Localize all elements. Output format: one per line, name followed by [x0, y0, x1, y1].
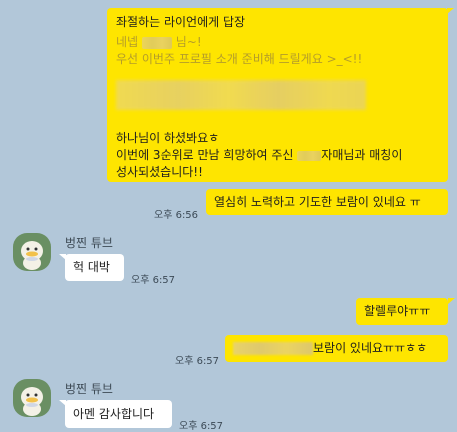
message-bubble[interactable]: 열심히 노력하고 기도한 보람이 있네요 ㅠ — [206, 189, 448, 215]
message-time: 오후 6:57 — [179, 421, 224, 432]
sender-name: 벙찐 튜브 — [65, 236, 113, 250]
message-text: 아멘 감사합니다 — [73, 407, 155, 421]
reply-header: 좌절하는 라이언에게 답장 — [116, 15, 246, 29]
bubble-tail — [447, 8, 454, 14]
sender-name: 벙찐 튜브 — [65, 382, 113, 396]
tube-duck-avatar-icon — [21, 241, 43, 270]
profile-avatar[interactable] — [13, 233, 51, 271]
message-time: 오후 6:57 — [131, 275, 176, 286]
message-time: 오후 6:57 — [175, 356, 220, 367]
message-text: 헉 대박 — [73, 260, 110, 274]
message-time: 오후 6:56 — [154, 210, 199, 221]
body-line-2: 이번에 3순위로 만남 희망하여 주신 자매님과 매칭이 — [116, 148, 403, 162]
reply-bubble[interactable]: 좌절하는 라이언에게 답장 네넵 님~! 우선 이번주 프로필 소개 준비해 드… — [107, 8, 454, 182]
message-bubble[interactable]: 할렐루야ㅠㅠ — [356, 298, 448, 325]
quoted-line-2: 우선 이번주 프로필 소개 준비해 드릴게요 >_<!! — [116, 52, 363, 66]
tube-duck-avatar-icon — [21, 387, 43, 416]
message-text: 열심히 노력하고 기도한 보람이 있네요 ㅠ — [214, 195, 421, 209]
bubble-tail — [59, 400, 66, 406]
bubble-tail — [59, 254, 66, 260]
message-text: 보람이 있네요ㅠㅠㅎㅎ — [313, 341, 428, 355]
redacted-name-2 — [297, 150, 322, 161]
redacted-block — [116, 80, 366, 110]
redacted-block — [233, 342, 313, 355]
bubble-tail — [448, 298, 455, 304]
message-text: 할렐루야ㅠㅠ — [364, 304, 431, 318]
body-line-1: 하나님이 하셨봐요ㅎ — [116, 131, 220, 145]
message-bubble[interactable]: 보람이 있네요ㅠㅠㅎㅎ — [225, 335, 448, 362]
quoted-line-1: 네넵 님~! — [116, 35, 202, 49]
redacted-name — [141, 36, 172, 49]
message-bubble[interactable]: 아멘 감사합니다 — [65, 400, 172, 428]
profile-avatar[interactable] — [13, 379, 51, 417]
body-line-3: 성사되셨습니다!! — [116, 165, 203, 179]
message-bubble[interactable]: 헉 대박 — [65, 254, 124, 281]
